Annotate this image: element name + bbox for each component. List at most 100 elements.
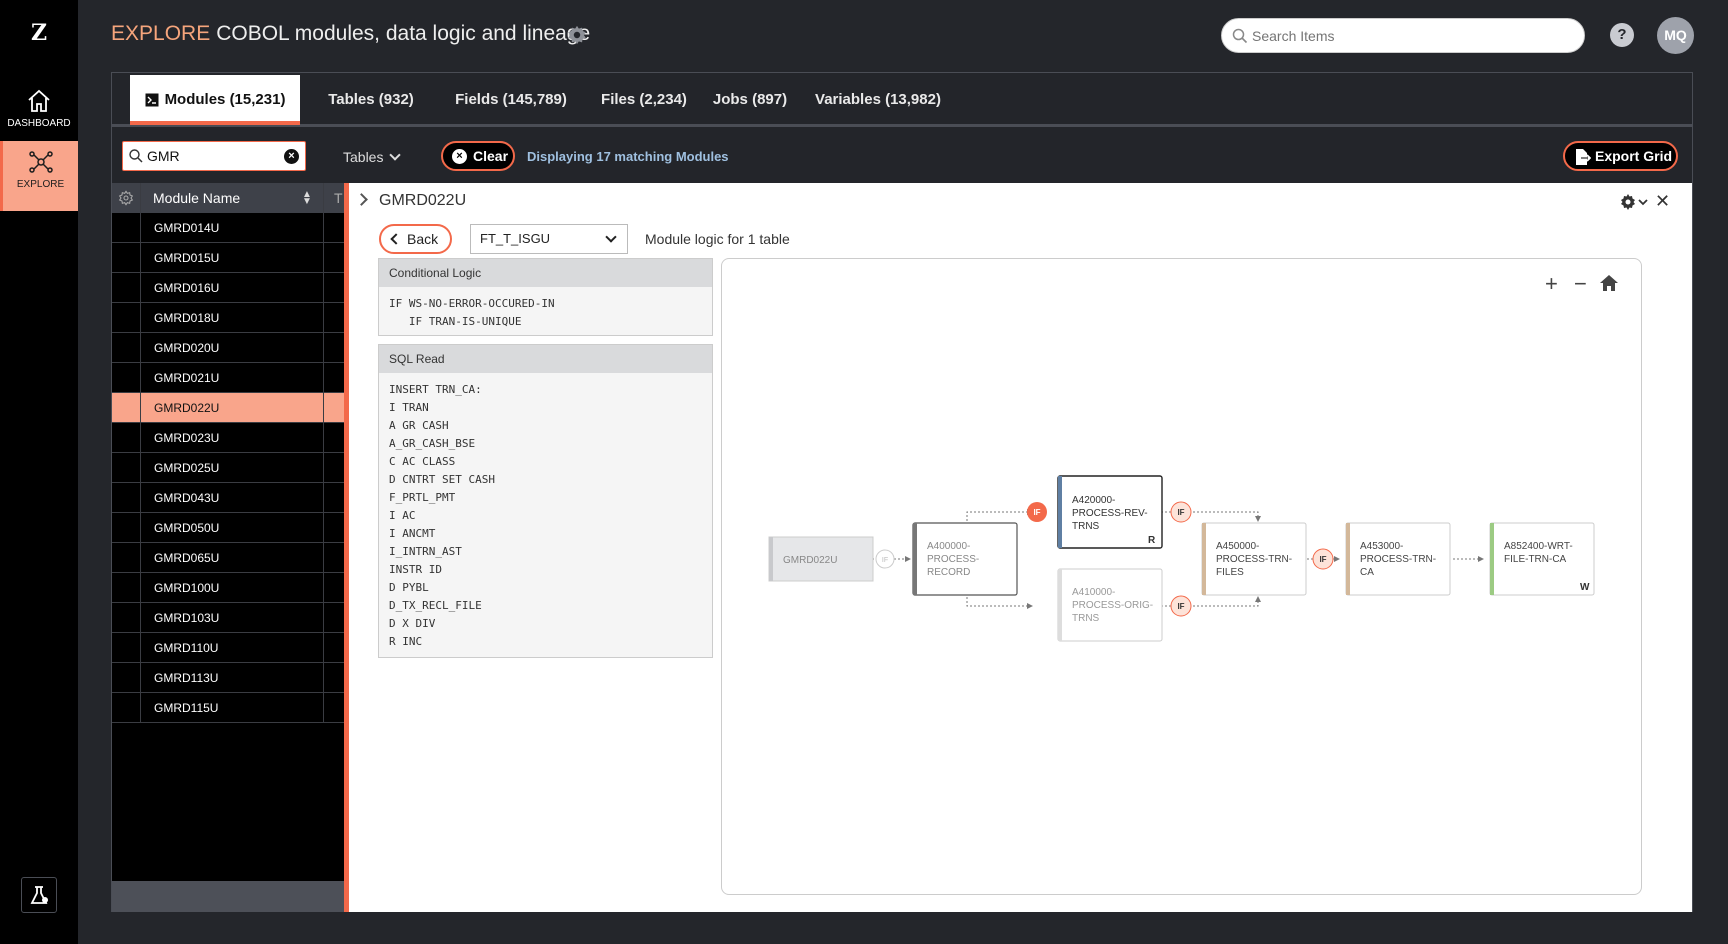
svg-text:IF: IF [1033, 508, 1040, 517]
table-row[interactable]: GMRD103U [112, 603, 344, 633]
user-avatar[interactable]: MQ [1657, 17, 1694, 54]
svg-text:TRNS: TRNS [1072, 521, 1100, 532]
column-settings-icon[interactable] [118, 190, 134, 206]
table-select[interactable]: FT_T_ISGU [470, 224, 628, 254]
table-row[interactable]: GMRD065U [112, 543, 344, 573]
flow-canvas[interactable]: + − IF IF IF IF IF GMRD022U A400000- PRO… [721, 258, 1642, 895]
type-dropdown-label: Tables [343, 149, 384, 165]
module-name-cell: GMRD043U [154, 491, 220, 505]
flow-node-a420000[interactable]: A420000- PROCESS-REV- TRNS R [1057, 475, 1163, 549]
table-row[interactable]: GMRD023U [112, 423, 344, 453]
flow-node-a410000[interactable]: A410000- PROCESS-ORIG- TRNS [1057, 568, 1163, 642]
flow-node-a453000[interactable]: A453000- PROCESS-TRN- CA [1345, 522, 1451, 596]
nav-explore[interactable]: EXPLORE [0, 141, 78, 211]
tab-modules-label: Modules (15,231) [164, 91, 286, 108]
tab-tables[interactable]: Tables (932) [307, 75, 435, 125]
if-badge: IF [1027, 502, 1047, 522]
module-logic-text: Module logic for 1 table [645, 231, 790, 247]
table-row[interactable]: GMRD115U [112, 693, 344, 723]
conditional-logic-code: IF WS-NO-ERROR-OCCURED-IN IF TRAN-IS-UNI… [389, 297, 555, 328]
export-grid-button[interactable]: Export Grid [1563, 141, 1678, 171]
svg-text:RECORD: RECORD [927, 567, 970, 578]
flow-diagram: IF IF IF IF IF GMRD022U A400000- PROCESS… [768, 475, 1595, 642]
svg-text:IF: IF [1177, 508, 1184, 517]
left-rail: Z DASHBOARD EXPLORE [0, 0, 78, 944]
table-row[interactable]: GMRD110U [112, 633, 344, 663]
type-dropdown[interactable]: Tables [343, 149, 402, 165]
tab-jobs[interactable]: Jobs (897) [702, 75, 798, 125]
module-name-cell: GMRD100U [154, 581, 220, 595]
filter-bar: × Tables × Clear Displaying 17 matching M… [112, 130, 1692, 183]
nav-explore-label: EXPLORE [16, 179, 65, 190]
main-panel: Modules (15,231) Tables (932) Fields (14… [111, 72, 1693, 912]
table-select-value: FT_T_ISGU [480, 231, 551, 246]
module-name-cell: GMRD115U [154, 701, 219, 715]
table-row[interactable]: GMRD021U [112, 363, 344, 393]
sort-icon[interactable]: ▲ ▼ [302, 190, 312, 207]
lab-button[interactable] [21, 877, 57, 913]
svg-text:PROCESS-TRN-: PROCESS-TRN- [1360, 554, 1436, 565]
nav-dashboard[interactable]: DASHBOARD [0, 80, 78, 150]
chevron-right-icon[interactable] [355, 193, 368, 206]
table-row[interactable]: GMRD015U [112, 243, 344, 273]
graph-network-icon [28, 151, 53, 173]
if-badge: IF [1312, 548, 1334, 570]
svg-text:PROCESS-ORIG-: PROCESS-ORIG- [1072, 600, 1153, 611]
conditional-logic-box: Conditional Logic IF WS-NO-ERROR-OCCURED… [378, 258, 713, 336]
svg-text:TRNS: TRNS [1072, 613, 1100, 624]
module-filter-input[interactable] [147, 146, 277, 166]
page-subtitle: COBOL modules, data logic and lineage [216, 22, 591, 45]
module-filter[interactable]: × [122, 141, 306, 171]
svg-text:A852400-WRT-: A852400-WRT- [1504, 541, 1573, 552]
column-module-name[interactable]: Module Name [153, 190, 240, 206]
flow-node-a400000[interactable]: A400000- PROCESS- RECORD [912, 522, 1018, 596]
flow-node-root[interactable]: GMRD022U [768, 536, 874, 582]
global-search-input[interactable] [1252, 25, 1572, 47]
flow-node-a852400[interactable]: A852400-WRT- FILE-TRN-CA W [1489, 522, 1595, 596]
module-name-cell: GMRD050U [154, 521, 220, 535]
settings-gear-icon[interactable] [566, 24, 588, 46]
table-row[interactable]: GMRD016U [112, 273, 344, 303]
tab-files[interactable]: Files (2,234) [586, 75, 702, 125]
table-row[interactable]: GMRD025U [112, 453, 344, 483]
module-name-cell: GMRD020U [154, 341, 220, 355]
close-icon[interactable]: ✕ [1655, 191, 1670, 212]
back-button[interactable]: Back [379, 224, 452, 254]
table-row[interactable]: GMRD020U [112, 333, 344, 363]
help-button[interactable]: ? [1610, 23, 1634, 47]
module-name-cell: GMRD023U [154, 431, 220, 445]
table-row[interactable]: GMRD100U [112, 573, 344, 603]
svg-text:A420000-: A420000- [1072, 495, 1115, 506]
svg-text:GMRD022U: GMRD022U [783, 555, 837, 566]
svg-text:IF: IF [1319, 555, 1326, 564]
clear-filter-icon[interactable]: × [284, 149, 299, 164]
clear-button-label: Clear [473, 148, 509, 164]
column-next[interactable]: T [334, 190, 343, 206]
match-count: Displaying 17 matching Modules [527, 149, 729, 164]
terminal-icon [145, 93, 159, 107]
module-name-cell: GMRD022U [154, 401, 220, 415]
sql-read-box: SQL Read INSERT TRN_CA: I TRAN A GR CASH… [378, 344, 713, 658]
module-name-cell: GMRD113U [154, 671, 219, 685]
tab-modules[interactable]: Modules (15,231) [130, 75, 300, 125]
detail-settings-icon[interactable] [1619, 193, 1649, 211]
chevron-down-icon [389, 149, 402, 161]
flow-node-a450000[interactable]: A450000- PROCESS-TRN- FILES [1201, 522, 1307, 596]
global-search[interactable] [1221, 18, 1585, 53]
table-row[interactable]: GMRD018U [112, 303, 344, 333]
table-row[interactable]: GMRD014U [112, 213, 344, 243]
table-row[interactable]: GMRD113U [112, 663, 344, 693]
entity-tabs: Modules (15,231) Tables (932) Fields (14… [112, 73, 1692, 127]
table-row[interactable]: GMRD022U [112, 393, 344, 423]
if-badge: IF [875, 549, 895, 569]
sql-read-code: INSERT TRN_CA: I TRAN A GR CASH A_GR_CAS… [389, 383, 495, 648]
svg-text:FILE-TRN-CA: FILE-TRN-CA [1504, 554, 1567, 565]
chevron-left-icon [390, 233, 402, 245]
home-icon [28, 89, 50, 112]
table-row[interactable]: GMRD050U [112, 513, 344, 543]
clear-button[interactable]: × Clear [441, 141, 515, 171]
table-row[interactable]: GMRD043U [112, 483, 344, 513]
tab-fields[interactable]: Fields (145,789) [437, 75, 585, 125]
module-grid: Module Name ▲ ▼ T GMRD014U GMRD015U GMRD016… [112, 183, 344, 912]
tab-variables[interactable]: Variables (13,982) [800, 75, 956, 125]
